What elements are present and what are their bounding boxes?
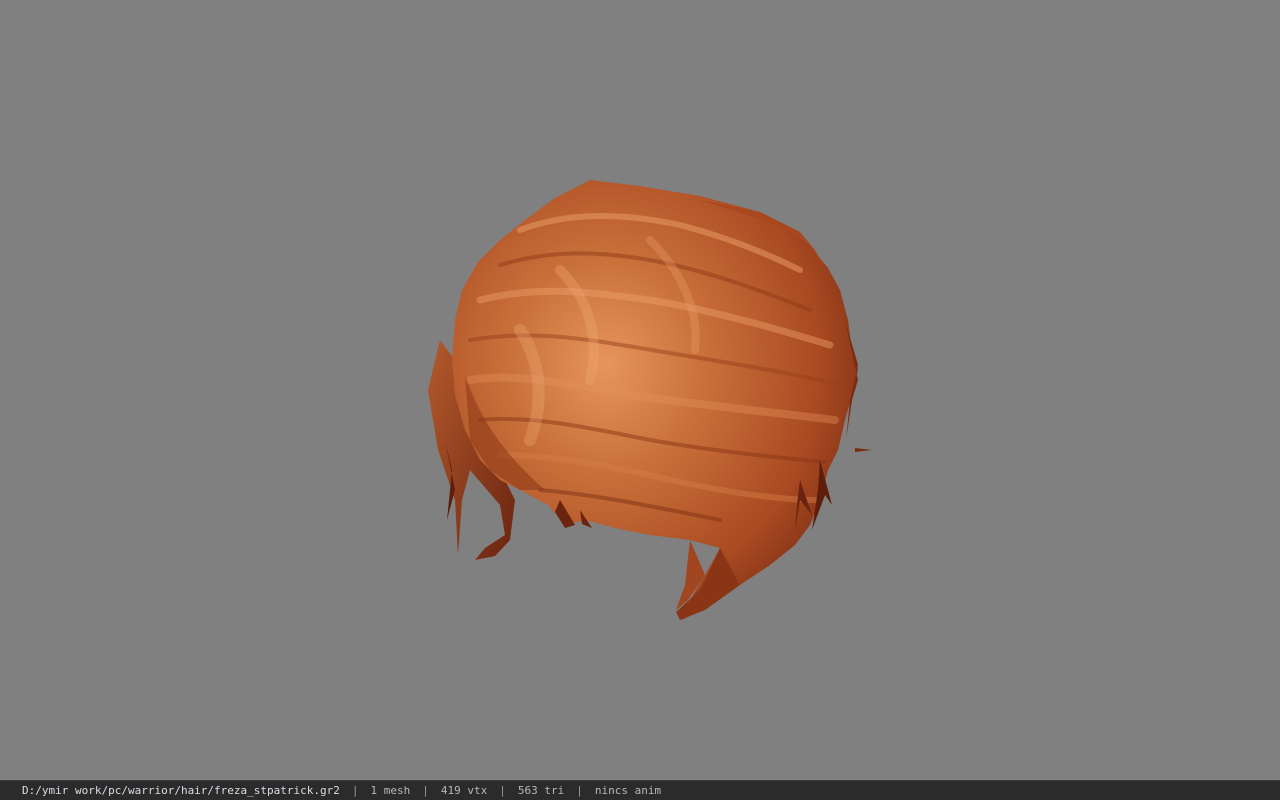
anim-status: nincs anim [594, 784, 662, 797]
file-path: D:/ymir work/pc/warrior/hair/freza_stpat… [22, 784, 340, 797]
hair-model-render[interactable] [0, 0, 1280, 780]
separator: | [351, 784, 359, 797]
separator: | [499, 784, 506, 797]
separator: | [422, 784, 429, 797]
status-bar: D:/ymir work/pc/warrior/hair/freza_stpat… [0, 780, 1280, 800]
triangle-count: 563 tri [517, 784, 565, 797]
mesh-count: 1 mesh [370, 784, 411, 797]
vertex-count: 419 vtx [440, 784, 488, 797]
separator: | [576, 784, 583, 797]
3d-viewport[interactable] [0, 0, 1280, 780]
